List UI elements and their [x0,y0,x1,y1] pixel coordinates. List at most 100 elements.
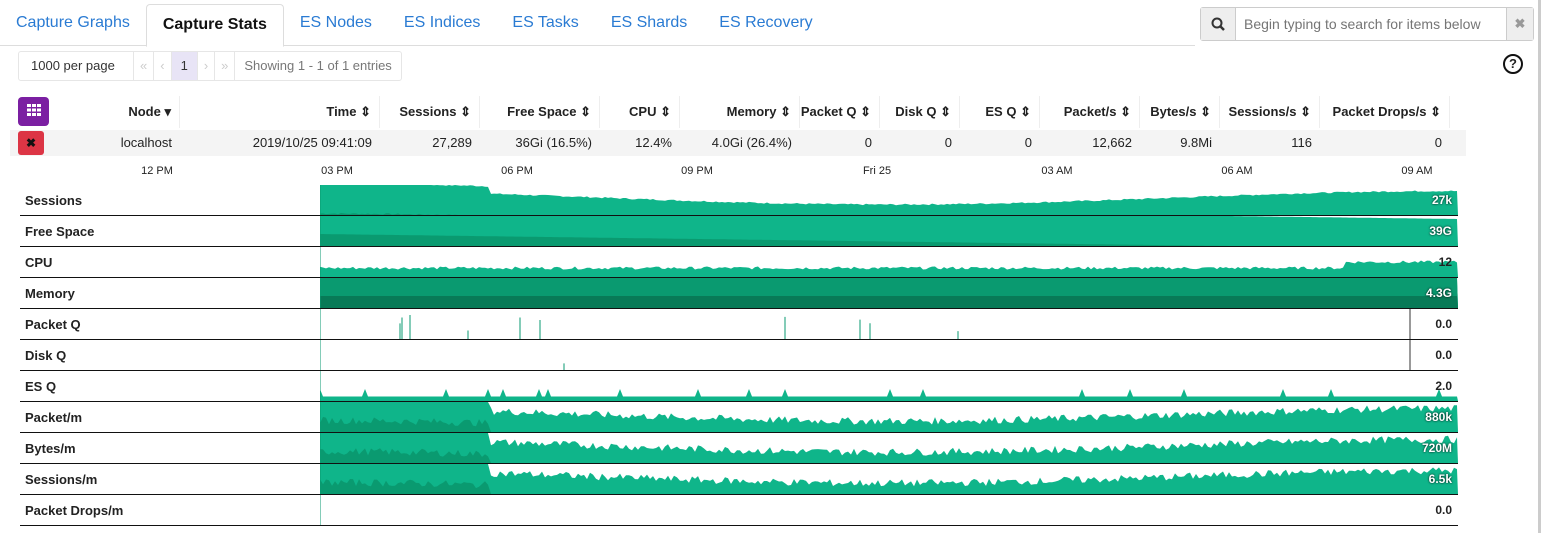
column-label: ES Q [985,104,1017,119]
per-page-select[interactable]: 1000 per page [19,52,134,80]
prev-page-button[interactable]: ‹ [154,52,172,80]
column-label: Sessions/s [1228,104,1297,119]
sort-icon: ⇕ [1020,104,1031,119]
first-page-button[interactable]: « [134,52,155,80]
graph-label: Packet/m [25,410,83,425]
axis-tick-label: 03 PM [321,165,353,177]
sort-icon: ⇕ [460,104,471,119]
horizon-band [320,389,1458,401]
time-axis: 12 PM 03 PM 06 PM 09 PM Fri 25 03 AM 06 AM 09 A… [0,165,1460,181]
cell-packet-s: 12,662 [1092,135,1132,150]
graph-current-value: 27k [1431,193,1452,207]
horizon-chart [320,371,1458,401]
graph-label: CPU [25,255,53,270]
search-input[interactable] [1236,8,1506,40]
table-header: Node ▾ Time ⇕ Sessions ⇕ Free Space ⇕ CPU ⇕ M… [18,96,1450,128]
horizon-chart [320,216,1458,246]
column-header-sessions[interactable]: Sessions ⇕ [380,96,480,128]
table-row: localhost 2019/10/25 09:41:09 27,289 36Gi (… [10,130,1466,156]
clear-search-button[interactable]: ✖ [1506,8,1533,40]
column-header-es-q[interactable]: ES Q ⇕ [960,96,1040,128]
sort-icon: ⇕ [360,104,371,119]
next-page-button[interactable]: › [198,52,216,80]
graph-current-value: 39G [1429,224,1452,238]
column-select-button[interactable] [18,97,49,126]
help-icon[interactable]: ? [1503,54,1523,74]
column-label: Disk Q [895,104,937,119]
graph-row-disk-q: Disk Q 0.0 [20,340,1458,371]
sort-icon: ⇕ [1120,104,1131,119]
horizon-graphs: Sessions 27k Free Space 39G CPU 12 Memory 4.3G P… [20,185,1458,526]
horizon-chart [320,402,1458,432]
column-header-packet-s[interactable]: Packet/s ⇕ [1040,96,1140,128]
graph-label: Free Space [25,224,95,239]
sort-icon: ⇕ [780,104,791,119]
search-box: ✖ [1200,7,1534,41]
column-label: Time [326,104,357,119]
tab-es-tasks[interactable]: ES Tasks [496,0,594,45]
cell-es-q: 0 [1024,135,1032,150]
graph-current-value: 0.0 [1435,317,1452,331]
column-header-packet-q[interactable]: Packet Q ⇕ [800,96,880,128]
entries-info: Showing 1 - 1 of 1 entries [244,58,392,73]
graph-label: ES Q [25,379,57,394]
graph-label: Packet Drops/m [25,503,124,518]
column-label: Packet Drops/s [1332,104,1427,119]
close-icon: ✖ [25,136,37,150]
tab-es-recovery[interactable]: ES Recovery [703,0,828,45]
graph-row-sessions-m: Sessions/m 6.5k [20,464,1458,495]
column-header-disk-q[interactable]: Disk Q ⇕ [880,96,960,128]
column-label: Memory [726,104,777,119]
horizon-chart [320,495,321,525]
page-1-button[interactable]: 1 [171,52,198,80]
axis-tick-label: 09 AM [1401,165,1433,177]
column-header-free-space[interactable]: Free Space ⇕ [480,96,600,128]
graph-current-value: 0.0 [1435,503,1452,517]
horizon-band [320,260,1458,277]
graph-current-value: 880k [1425,410,1452,424]
graph-row-memory: Memory 4.3G [20,278,1458,309]
close-row-button[interactable]: ✖ [18,131,44,155]
tab-capture-stats[interactable]: Capture Stats [145,4,284,47]
horizon-chart [320,433,1458,463]
column-header-time[interactable]: Time ⇕ [180,96,380,128]
tab-capture-graphs[interactable]: Capture Graphs [0,0,146,45]
column-header-bytes-s[interactable]: Bytes/s ⇕ [1140,96,1220,128]
sort-icon: ⇕ [580,104,591,119]
tab-es-indices[interactable]: ES Indices [388,0,496,45]
column-header-memory[interactable]: Memory ⇕ [680,96,800,128]
tab-es-nodes[interactable]: ES Nodes [284,0,388,45]
horizon-band [320,433,1458,463]
graph-label: Packet Q [25,317,81,332]
column-header-packet-drops-s[interactable]: Packet Drops/s ⇕ [1320,96,1450,128]
sort-icon: ⇕ [1300,104,1311,119]
search-icon[interactable] [1201,8,1236,40]
graph-current-value: 720M [1421,441,1452,455]
horizon-band [320,296,1458,308]
cell-bytes-s: 9.8Mi [1180,135,1212,150]
cell-packet-drops-s: 0 [1434,135,1442,150]
cell-disk-q: 0 [944,135,952,150]
axis-tick-label: 03 AM [1041,165,1073,177]
column-header-sessions-s[interactable]: Sessions/s ⇕ [1220,96,1320,128]
axis-tick-label: 09 PM [681,165,713,177]
graph-row-bytes-m: Bytes/m 720M [20,433,1458,464]
grid-icon [26,104,41,116]
horizon-chart [320,278,1458,308]
horizon-band [320,464,1458,494]
cell-time: 2019/10/25 09:41:09 [252,135,372,150]
cell-memory: 4.0Gi (26.4%) [711,135,792,150]
graph-current-value: 2.0 [1435,379,1452,393]
tab-es-shards[interactable]: ES Shards [595,0,703,45]
sort-icon: ⇕ [660,104,671,119]
graph-current-value: 12 [1438,255,1452,269]
pagination: 1000 per page « ‹ 1 › » Showing 1 - 1 of… [18,51,402,81]
last-page-button[interactable]: » [215,52,236,80]
column-header-cpu[interactable]: CPU ⇕ [600,96,680,128]
graph-row-packet-q: Packet Q 0.0 [20,309,1458,340]
graph-current-value: 4.3G [1425,286,1452,300]
horizon-band [320,402,1458,432]
horizon-chart [320,340,1411,370]
graph-current-value: 6.5k [1428,472,1452,486]
cell-sessions: 27,289 [432,135,472,150]
